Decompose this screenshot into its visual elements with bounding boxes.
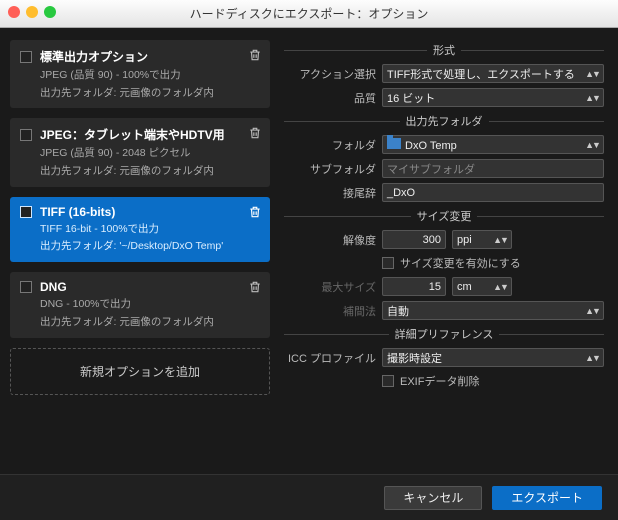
preset-card[interactable]: DNG DNG - 100%で出力出力先フォルダ: 元画像のフォルダ内 — [10, 272, 270, 337]
trash-icon[interactable] — [248, 205, 262, 219]
preset-detail-2: 出力先フォルダ: '~/Desktop/DxO Temp' — [40, 239, 260, 254]
resize-enable-label: サイズ変更を有効にする — [400, 255, 521, 271]
folder-label: フォルダ — [284, 137, 376, 153]
action-select[interactable]: TIFF形式で処理し、エクスポートする▲▼ — [382, 64, 604, 83]
preset-detail-2: 出力先フォルダ: 元画像のフォルダ内 — [40, 164, 260, 179]
subfolder-input[interactable]: マイサブフォルダ — [382, 159, 604, 178]
dialog-title: ハードディスクにエクスポート：オプション — [190, 5, 429, 22]
chevron-updown-icon: ▲▼ — [585, 93, 599, 103]
add-preset-button[interactable]: 新規オプションを追加 — [10, 348, 270, 395]
preset-detail-1: JPEG (品質 90) - 100%で出力 — [40, 68, 260, 83]
section-resize: サイズ変更 — [284, 208, 604, 224]
preset-name: DNG — [40, 280, 67, 294]
folder-select[interactable]: DxO Temp ▲▼ — [382, 135, 604, 154]
trash-icon[interactable] — [248, 126, 262, 140]
preset-detail-1: JPEG (品質 90) - 2048 ピクセル — [40, 146, 260, 161]
cancel-button[interactable]: キャンセル — [384, 486, 482, 510]
resolution-unit-select[interactable]: ppi▲▼ — [452, 230, 512, 249]
suffix-input[interactable]: _DxO — [382, 183, 604, 202]
preset-checkbox[interactable] — [20, 129, 32, 141]
preset-detail-1: DNG - 100%で出力 — [40, 297, 260, 312]
export-button[interactable]: エクスポート — [492, 486, 602, 510]
quality-label: 品質 — [284, 90, 376, 106]
interp-select[interactable]: 自動▲▼ — [382, 301, 604, 320]
chevron-updown-icon: ▲▼ — [585, 306, 599, 316]
preset-card[interactable]: TIFF (16-bits) TIFF 16-bit - 100%で出力出力先フォ… — [10, 197, 270, 262]
exif-delete-checkbox[interactable] — [382, 375, 394, 387]
subfolder-label: サブフォルダ — [284, 161, 376, 177]
resolution-label: 解像度 — [284, 232, 376, 248]
chevron-updown-icon: ▲▼ — [493, 235, 507, 245]
dialog-body: 標準出力オプション JPEG (品質 90) - 100%で出力出力先フォルダ: … — [0, 28, 618, 474]
resize-enable-checkbox[interactable] — [382, 257, 394, 269]
folder-icon — [387, 138, 401, 149]
preset-name: JPEG：タブレット端末やHDTV用 — [40, 126, 225, 143]
action-label: アクション選択 — [284, 66, 376, 82]
icc-select[interactable]: 撮影時設定▲▼ — [382, 348, 604, 367]
settings-panel: 形式 アクション選択 TIFF形式で処理し、エクスポートする▲▼ 品質 16 ビ… — [284, 40, 608, 468]
chevron-updown-icon: ▲▼ — [585, 140, 599, 150]
preset-detail-2: 出力先フォルダ: 元画像のフォルダ内 — [40, 86, 260, 101]
resolution-input[interactable]: 300 — [382, 230, 446, 249]
trash-icon[interactable] — [248, 280, 262, 294]
zoom-icon[interactable] — [44, 6, 56, 18]
icc-label: ICC プロファイル — [284, 350, 376, 366]
section-format: 形式 — [284, 42, 604, 58]
preset-checkbox[interactable] — [20, 281, 32, 293]
section-destination: 出力先フォルダ — [284, 113, 604, 129]
exif-delete-label: EXIFデータ削除 — [400, 373, 479, 389]
maxsize-label: 最大サイズ — [284, 279, 376, 295]
maxsize-input[interactable]: 15 — [382, 277, 446, 296]
preset-card[interactable]: 標準出力オプション JPEG (品質 90) - 100%で出力出力先フォルダ: … — [10, 40, 270, 108]
preset-detail-1: TIFF 16-bit - 100%で出力 — [40, 222, 260, 237]
section-pref: 詳細プリファレンス — [284, 326, 604, 342]
chevron-updown-icon: ▲▼ — [585, 353, 599, 363]
preset-checkbox[interactable] — [20, 51, 32, 63]
preset-card[interactable]: JPEG：タブレット端末やHDTV用 JPEG (品質 90) - 2048 ピク… — [10, 118, 270, 186]
export-options-dialog: ハードディスクにエクスポート：オプション 標準出力オプション JPEG (品質 9… — [0, 0, 618, 520]
suffix-label: 接尾辞 — [284, 185, 376, 201]
preset-list: 標準出力オプション JPEG (品質 90) - 100%で出力出力先フォルダ: … — [10, 40, 270, 468]
chevron-updown-icon: ▲▼ — [493, 282, 507, 292]
preset-checkbox[interactable] — [20, 206, 32, 218]
interp-label: 補間法 — [284, 303, 376, 319]
minimize-icon[interactable] — [26, 6, 38, 18]
preset-detail-2: 出力先フォルダ: 元画像のフォルダ内 — [40, 315, 260, 330]
preset-name: TIFF (16-bits) — [40, 205, 115, 219]
preset-name: 標準出力オプション — [40, 48, 148, 65]
quality-select[interactable]: 16 ビット▲▼ — [382, 88, 604, 107]
window-controls — [8, 6, 56, 18]
titlebar: ハードディスクにエクスポート：オプション — [0, 0, 618, 28]
chevron-updown-icon: ▲▼ — [585, 69, 599, 79]
close-icon[interactable] — [8, 6, 20, 18]
maxsize-unit-select[interactable]: cm▲▼ — [452, 277, 512, 296]
trash-icon[interactable] — [248, 48, 262, 62]
dialog-footer: キャンセル エクスポート — [0, 474, 618, 520]
